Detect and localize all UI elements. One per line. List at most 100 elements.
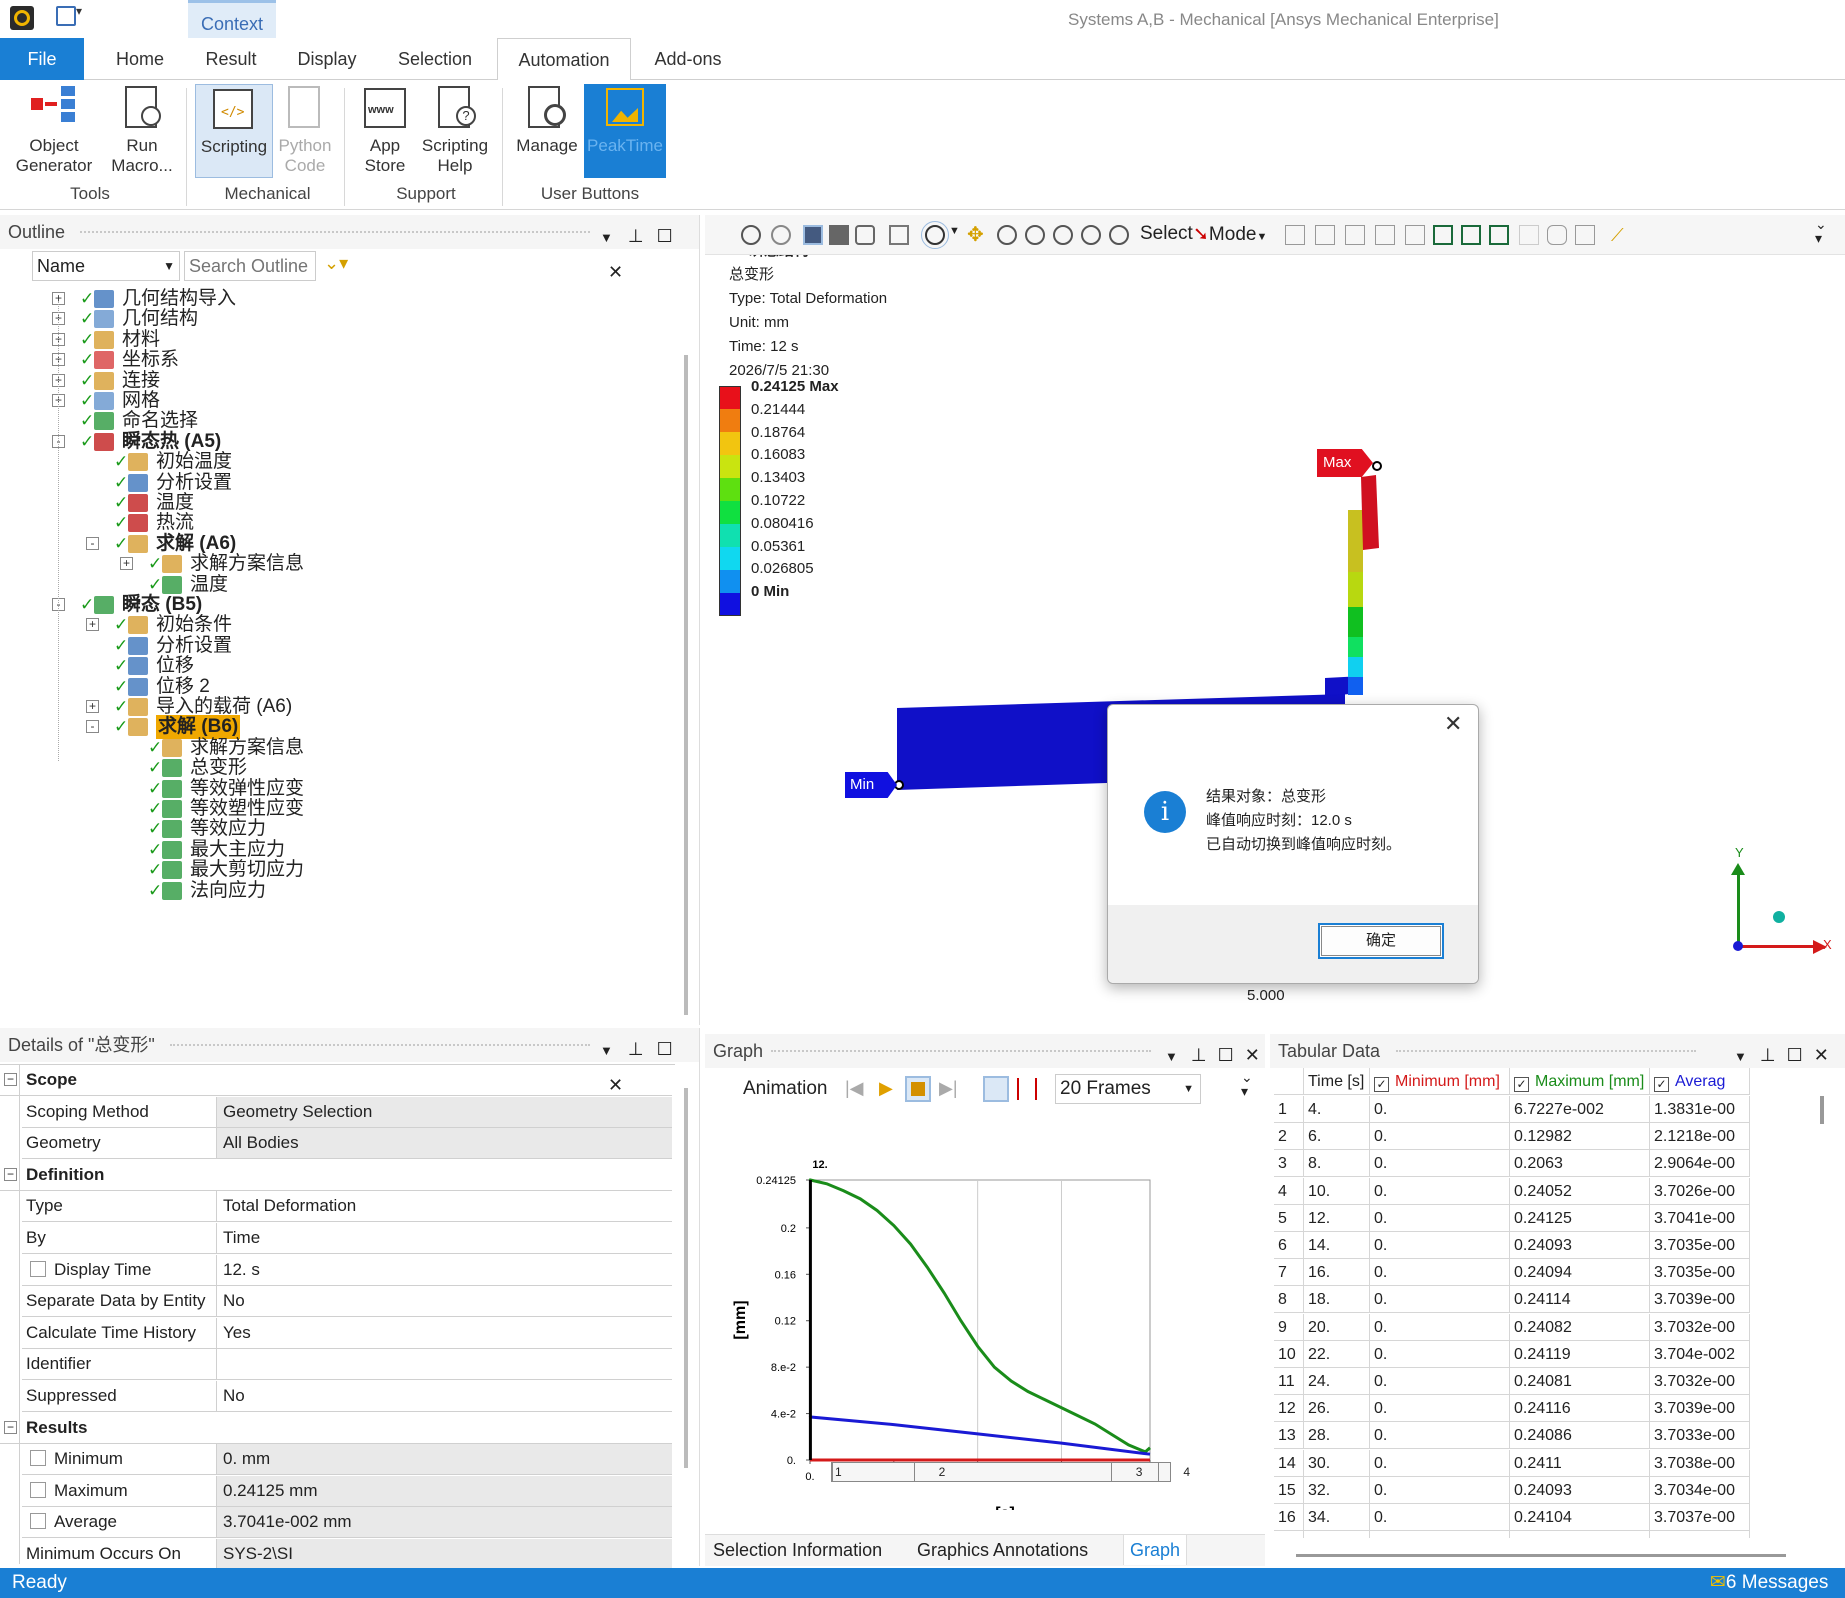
- parameter-checkbox[interactable]: [30, 1450, 46, 1467]
- table-cell[interactable]: 3.7037e-00: [1650, 1504, 1750, 1531]
- collapse-icon[interactable]: -: [86, 536, 99, 550]
- property-value[interactable]: SYS-2\SI: [216, 1539, 672, 1569]
- table-cell[interactable]: 0.: [1370, 1177, 1510, 1205]
- property-value[interactable]: Yes: [216, 1317, 672, 1348]
- previous-view-icon[interactable]: [1109, 225, 1129, 245]
- table-cell[interactable]: 0.: [1370, 1368, 1510, 1395]
- table-cell[interactable]: 6.7227e-002: [1510, 1096, 1650, 1123]
- table-cell[interactable]: 34.: [1304, 1504, 1370, 1531]
- table-cell[interactable]: 3.7035e-00: [1650, 1259, 1750, 1287]
- quick-access-dropdown-icon[interactable]: ▾: [76, 4, 82, 18]
- table-cell[interactable]: 3.704e-002: [1650, 1340, 1750, 1368]
- select-mesh-icon[interactable]: [1489, 225, 1509, 245]
- extend-selection-icon[interactable]: [1519, 225, 1539, 245]
- details-section[interactable]: − Definition: [0, 1160, 672, 1191]
- play-icon[interactable]: ▶: [879, 1078, 893, 1099]
- details-row[interactable]: Type Total Deformation: [22, 1191, 672, 1223]
- property-value[interactable]: Total Deformation: [216, 1191, 672, 1222]
- table-cell[interactable]: 0.24081: [1510, 1368, 1650, 1395]
- zoom-all-icon[interactable]: [1053, 225, 1073, 245]
- table-cell[interactable]: 26.: [1304, 1395, 1370, 1423]
- rotate-dropdown-icon[interactable]: ▼: [949, 225, 960, 237]
- column-checkbox[interactable]: ✓: [1514, 1077, 1529, 1092]
- table-cell[interactable]: 30.: [1304, 1449, 1370, 1477]
- property-value[interactable]: Time: [216, 1223, 672, 1253]
- table-cell[interactable]: 0.24082: [1510, 1313, 1650, 1341]
- table-cell[interactable]: 0.24094: [1510, 1259, 1650, 1287]
- table-cell[interactable]: 12.: [1304, 1204, 1370, 1232]
- object-generator-button[interactable]: Object Generator: [8, 86, 100, 176]
- tabular-vscrollbar[interactable]: [1820, 1096, 1824, 1124]
- tree-item[interactable]: ✓ 法向应力: [0, 879, 660, 903]
- table-cell[interactable]: 1.3831e-00: [1650, 1096, 1750, 1123]
- table-cell[interactable]: 0.24052: [1510, 1177, 1650, 1205]
- table-cell[interactable]: 3.7034e-00: [1650, 1476, 1750, 1504]
- column-header[interactable]: ✓ Minimum [mm]: [1370, 1068, 1510, 1095]
- table-cell[interactable]: 4.: [1304, 1096, 1370, 1123]
- table-cell[interactable]: 32.: [1304, 1476, 1370, 1504]
- app-store-button[interactable]: www App Store: [356, 86, 414, 176]
- maximize-icon[interactable]: ☐: [657, 1039, 673, 1059]
- peaktime-button[interactable]: PeakTime: [584, 84, 666, 178]
- mode-button[interactable]: ➘Mode▼: [1193, 223, 1267, 246]
- section-view-icon[interactable]: [889, 225, 909, 245]
- table-cell[interactable]: 10.: [1304, 1177, 1370, 1205]
- table-cell[interactable]: 3.7041e-00: [1650, 1204, 1750, 1232]
- parameter-checkbox[interactable]: [30, 1481, 46, 1498]
- table-cell[interactable]: 0.2411: [1510, 1449, 1650, 1477]
- maximize-icon[interactable]: ☐: [657, 226, 673, 246]
- details-row[interactable]: Separate Data by Entity No: [22, 1286, 672, 1318]
- row-number[interactable]: 5: [1274, 1204, 1304, 1232]
- parameter-checkbox[interactable]: [30, 1513, 46, 1530]
- details-row[interactable]: Geometry All Bodies: [22, 1128, 672, 1160]
- stop-icon[interactable]: [905, 1076, 931, 1102]
- zoom-out-icon[interactable]: [771, 225, 791, 245]
- timeline-step[interactable]: 1: [832, 1463, 842, 1481]
- table-cell[interactable]: 3.7026e-00: [1650, 1177, 1750, 1205]
- table-cell[interactable]: 0.: [1370, 1476, 1510, 1504]
- zoom-box-icon[interactable]: [997, 225, 1017, 245]
- run-macro-button[interactable]: Run Macro...: [106, 86, 178, 176]
- table-cell[interactable]: 28.: [1304, 1422, 1370, 1450]
- property-value[interactable]: No: [216, 1286, 672, 1317]
- details-row[interactable]: Calculate Time History Yes: [22, 1317, 672, 1349]
- table-cell[interactable]: 0.24125: [1510, 1204, 1650, 1232]
- details-row[interactable]: Suppressed No: [22, 1381, 672, 1412]
- select-vertex-icon[interactable]: [1285, 225, 1305, 245]
- details-section[interactable]: − Scope: [0, 1065, 672, 1096]
- table-cell[interactable]: 3.7038e-00: [1650, 1449, 1750, 1477]
- close-icon[interactable]: ✕: [1245, 1045, 1260, 1065]
- pan-icon[interactable]: ✥: [967, 225, 987, 245]
- details-row[interactable]: Scoping Method Geometry Selection: [22, 1096, 672, 1128]
- table-cell[interactable]: 0.24119: [1510, 1340, 1650, 1368]
- table-cell[interactable]: 0.: [1370, 1259, 1510, 1287]
- python-code-button[interactable]: Python Code: [274, 86, 336, 176]
- expand-icon[interactable]: +: [120, 557, 133, 571]
- table-cell[interactable]: 3.7032e-00: [1650, 1313, 1750, 1341]
- column-header[interactable]: Time [s]: [1304, 1068, 1370, 1095]
- table-cell[interactable]: 18.: [1304, 1286, 1370, 1314]
- property-value[interactable]: [216, 1349, 672, 1380]
- table-cell[interactable]: 2.9064e-00: [1650, 1150, 1750, 1178]
- row-number[interactable]: 11: [1274, 1368, 1304, 1395]
- close-icon[interactable]: ✕: [1814, 1045, 1829, 1065]
- select-node-icon[interactable]: [1405, 225, 1425, 245]
- details-row[interactable]: Minimum 0. mm: [22, 1444, 672, 1476]
- pin-icon[interactable]: ⊥: [628, 226, 644, 246]
- pin-icon[interactable]: ⊥: [1760, 1045, 1776, 1065]
- table-cell[interactable]: 6.: [1304, 1123, 1370, 1151]
- tab-graph[interactable]: Graph: [1123, 1535, 1188, 1565]
- maximize-icon[interactable]: ☐: [1218, 1045, 1234, 1065]
- table-cell[interactable]: 16.: [1304, 1259, 1370, 1287]
- table-cell[interactable]: 0.24114: [1510, 1286, 1650, 1314]
- tab-display[interactable]: Display: [285, 38, 369, 80]
- row-number[interactable]: 13: [1274, 1422, 1304, 1450]
- outline-scrollbar[interactable]: [684, 355, 688, 1015]
- column-header[interactable]: ✓ Averag: [1650, 1068, 1750, 1095]
- property-value[interactable]: 12. s: [216, 1254, 672, 1285]
- context-tab[interactable]: Context: [188, 0, 276, 38]
- outline-name-select[interactable]: Name ▼: [32, 251, 180, 281]
- table-cell[interactable]: 3.7039e-00: [1650, 1395, 1750, 1423]
- row-number[interactable]: 8: [1274, 1286, 1304, 1314]
- table-cell[interactable]: 0.: [1370, 1286, 1510, 1314]
